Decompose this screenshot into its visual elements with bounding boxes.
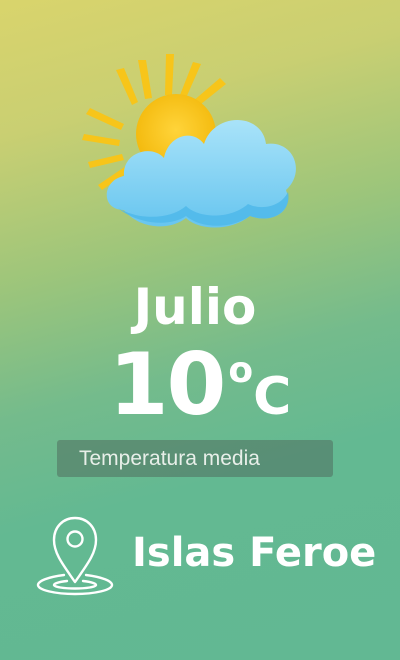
location-pin-icon xyxy=(36,516,114,596)
location-name: Islas Feroe xyxy=(132,530,377,576)
month-label: Julio xyxy=(133,278,257,336)
weather-card: Julio 10 oC Temperatura media Islas Feroe xyxy=(0,0,400,660)
temperature-unit: C xyxy=(253,367,292,427)
caption-text: Temperatura media xyxy=(79,447,260,470)
degree-symbol: o xyxy=(228,350,254,391)
temperature-value: 10 xyxy=(108,335,227,435)
temperature-display: 10 oC xyxy=(0,340,400,442)
caption-badge: Temperatura media xyxy=(57,440,333,477)
sun-behind-cloud-icon xyxy=(82,54,296,228)
